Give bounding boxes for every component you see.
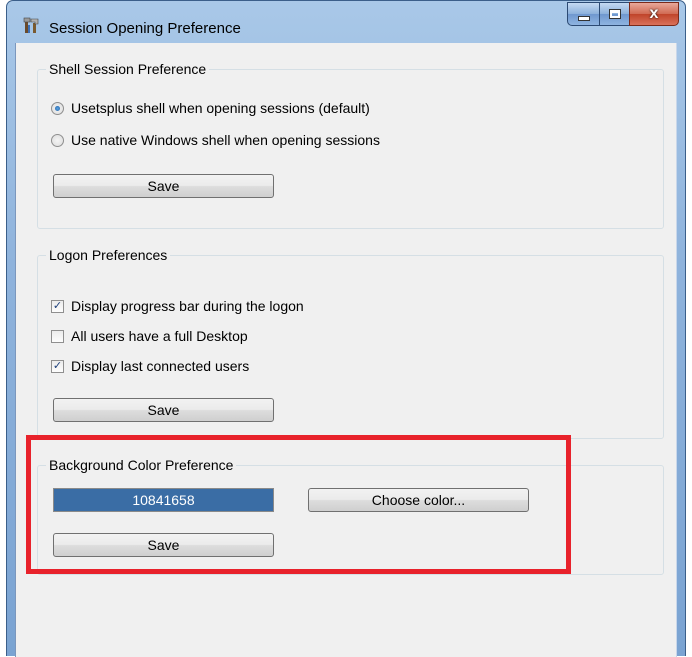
choose-color-button[interactable]: Choose color... — [308, 488, 529, 512]
logon-option-label: Display last connected users — [71, 358, 250, 374]
shell-save-button[interactable]: Save — [53, 174, 274, 198]
tools-icon — [23, 17, 41, 35]
logon-option-label: All users have a full Desktop — [71, 328, 248, 344]
title-bar[interactable]: Session Opening Preference x — [7, 1, 685, 43]
logon-option-full-desktop[interactable]: All users have a full Desktop — [51, 328, 248, 344]
checkbox-full-desktop[interactable] — [51, 329, 64, 343]
color-value-field: 10841658 — [53, 488, 274, 512]
shell-option-label: Usetsplus shell when opening sessions (d… — [71, 100, 370, 116]
radio-native[interactable] — [51, 133, 64, 147]
dialog-client-area: Shell Session Preference Usetsplus shell… — [15, 43, 677, 657]
logon-option-label: Display progress bar during the logon — [71, 298, 304, 314]
background-save-button[interactable]: Save — [53, 533, 274, 557]
logon-option-last-users[interactable]: ✓ Display last connected users — [51, 358, 249, 374]
minimize-icon — [577, 15, 590, 21]
background-color-legend: Background Color Preference — [49, 457, 234, 473]
radio-usetsplus[interactable] — [51, 101, 64, 115]
close-icon: x — [649, 5, 659, 22]
session-preference-window: Session Opening Preference x Shell Sessi… — [6, 0, 686, 657]
logon-preferences-legend: Logon Preferences — [49, 247, 168, 263]
window-title: Session Opening Preference — [49, 20, 241, 37]
window-controls: x — [567, 2, 679, 26]
maximize-button[interactable] — [599, 2, 629, 26]
shell-session-legend: Shell Session Preference — [49, 61, 207, 77]
checkbox-progress-bar[interactable]: ✓ — [51, 299, 64, 313]
logon-option-progress-bar[interactable]: ✓ Display progress bar during the logon — [51, 298, 304, 314]
close-button[interactable]: x — [629, 2, 679, 26]
minimize-button[interactable] — [567, 2, 599, 26]
shell-option-usetsplus[interactable]: Usetsplus shell when opening sessions (d… — [51, 100, 370, 116]
maximize-icon — [608, 9, 621, 19]
background-color-group: Background Color Preference — [37, 457, 664, 575]
shell-option-label: Use native Windows shell when opening se… — [71, 132, 380, 148]
shell-option-native[interactable]: Use native Windows shell when opening se… — [51, 132, 380, 148]
checkbox-last-users[interactable]: ✓ — [51, 359, 64, 373]
logon-save-button[interactable]: Save — [53, 398, 274, 422]
